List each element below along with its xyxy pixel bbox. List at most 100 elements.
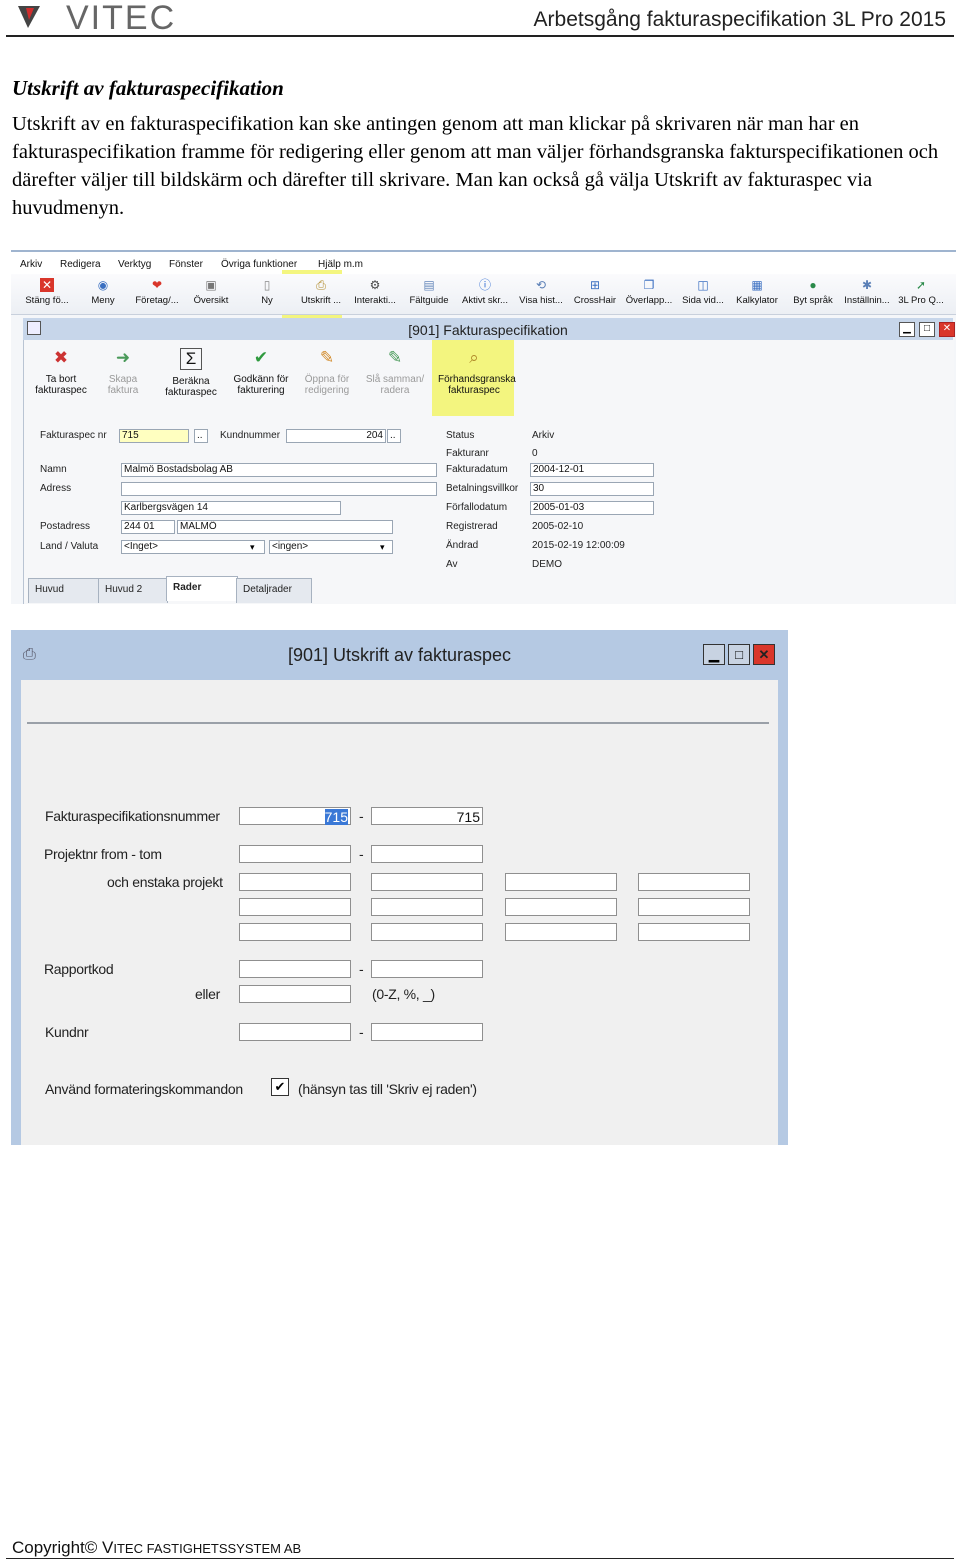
sigma-icon: Σ: [180, 348, 202, 370]
menu-hjalp[interactable]: Hjälp m.m: [318, 259, 363, 270]
maximize-button[interactable]: □: [919, 322, 935, 337]
projektnr-from-field[interactable]: [239, 845, 351, 863]
toolbar-meny-button[interactable]: ◉ Meny: [75, 276, 131, 312]
ribbon-ta-bort-button[interactable]: ✖ Ta bort fakturaspec: [28, 342, 94, 414]
kundnummer-field[interactable]: 204: [286, 429, 386, 443]
av-label: Av: [446, 559, 458, 570]
projektnr-to-field[interactable]: [371, 845, 483, 863]
rapportkod-pattern-field[interactable]: [239, 985, 351, 1003]
fakturadatum-field[interactable]: 2004-12-01: [530, 463, 654, 477]
history-icon: ⟲: [535, 278, 547, 292]
toolbar-installningar-button[interactable]: ✱ Inställnin...: [839, 276, 895, 312]
status-value: Arkiv: [532, 430, 555, 441]
rapportkod-to-field[interactable]: [371, 960, 483, 978]
heart-icon: ❤: [151, 278, 163, 292]
projekt-field-12[interactable]: [638, 923, 750, 941]
fakturaspec-nr-label: Fakturaspec nr: [40, 430, 107, 441]
menu-verktyg[interactable]: Verktyg: [118, 259, 151, 270]
tab-rader[interactable]: Rader: [166, 576, 238, 601]
ribbon-godkann-button[interactable]: ✔ Godkänn för fakturering: [228, 342, 294, 414]
adress-field-2[interactable]: Karlbergsvägen 14: [121, 501, 341, 515]
projekt-field-6[interactable]: [371, 898, 483, 916]
projekt-field-11[interactable]: [505, 923, 617, 941]
tab-huvud-2[interactable]: Huvud 2: [98, 578, 168, 603]
toolbar-label: Fältguide: [409, 295, 449, 306]
toolbar-crosshair-button[interactable]: ⊞ CrossHair: [567, 276, 623, 312]
toolbar-interaktiv-button[interactable]: ⚙ Interakti...: [347, 276, 403, 312]
range-dash: -: [359, 808, 364, 824]
projekt-field-2[interactable]: [371, 873, 483, 891]
rapportkod-label: Rapportkod: [44, 961, 114, 977]
pattern-hint: (0-Z, %, _): [372, 986, 435, 1002]
menu-redigera[interactable]: Redigera: [60, 259, 101, 270]
crosshair-icon: ⊞: [589, 278, 601, 292]
forfallodatum-field[interactable]: 2005-01-03: [530, 501, 654, 515]
projekt-field-9[interactable]: [239, 923, 351, 941]
registrerad-label: Registrerad: [446, 521, 498, 532]
toolbar-foretag-button[interactable]: ❤ Företag/...: [129, 276, 185, 312]
info-icon: ⓘ: [478, 278, 491, 292]
create-invoice-icon: ➜: [115, 348, 131, 367]
minimize-button[interactable]: ▁: [899, 322, 915, 337]
toolbar-kalkylator-button[interactable]: ▦ Kalkylator: [729, 276, 785, 312]
postnr-field[interactable]: 244 01: [121, 520, 175, 534]
toolbar-faltguide-button[interactable]: ▤ Fältguide: [401, 276, 457, 312]
valuta-dropdown[interactable]: <ingen>: [269, 540, 393, 554]
adress-field-1[interactable]: [121, 482, 437, 496]
close-red-icon: ✕: [40, 278, 54, 292]
kundnummer-lookup-button[interactable]: ..: [387, 429, 401, 443]
fakturaspecnr-from-field[interactable]: 715: [239, 807, 351, 825]
minimize-button[interactable]: ▁: [703, 644, 725, 665]
tile-icon: ◫: [697, 278, 709, 292]
menu-fonster[interactable]: Fönster: [169, 259, 203, 270]
toolbar-byt-sprak-button[interactable]: ● Byt språk: [785, 276, 841, 312]
kundnr-to-field[interactable]: [371, 1023, 483, 1041]
toolbar-sida-vid-button[interactable]: ◫ Sida vid...: [675, 276, 731, 312]
projekt-field-3[interactable]: [505, 873, 617, 891]
close-button[interactable]: ✕: [939, 322, 955, 337]
ribbon-forhandsgranska-button[interactable]: ⌕ Förhandsgranska fakturaspec: [438, 342, 516, 414]
tab-detaljrader[interactable]: Detaljrader: [236, 578, 312, 603]
land-dropdown[interactable]: <Inget>: [121, 540, 265, 554]
vitec-logo: VITEC: [14, 0, 214, 37]
projekt-field-5[interactable]: [239, 898, 351, 916]
ribbon-oppna-button[interactable]: ✎ Öppna för redigering: [294, 342, 360, 414]
toolbar-oversikt-button[interactable]: ▣ Översikt: [183, 276, 239, 312]
new-document-icon: ▯: [263, 278, 271, 292]
toolbar-utskrift-button[interactable]: ⎙ Utskrift ...: [293, 276, 349, 312]
toolbar-visa-hist-button[interactable]: ⟲ Visa hist...: [513, 276, 569, 312]
fakturaspec-lookup-button[interactable]: ..: [194, 429, 208, 443]
kundnr-from-field[interactable]: [239, 1023, 351, 1041]
forfallodatum-label: Förfallodatum: [446, 502, 508, 513]
ribbon-berakna-button[interactable]: Σ Beräkna fakturaspec: [158, 342, 224, 414]
close-button[interactable]: ✕: [753, 644, 775, 665]
toolbar-overlapp-button[interactable]: ❐ Överlapp...: [621, 276, 677, 312]
ribbon-sla-samman-button[interactable]: ✎ Slå samman/radera: [362, 342, 428, 414]
projekt-field-4[interactable]: [638, 873, 750, 891]
ribbon-skapa-faktura-button[interactable]: ➜ Skapa faktura: [90, 342, 156, 414]
projekt-field-1[interactable]: [239, 873, 351, 891]
projekt-field-7[interactable]: [505, 898, 617, 916]
fakturaspecnr-to-field[interactable]: 715: [371, 807, 483, 825]
tab-huvud[interactable]: Huvud: [28, 578, 100, 603]
formatering-checkbox[interactable]: ✔: [271, 1078, 289, 1096]
projekt-field-10[interactable]: [371, 923, 483, 941]
toolbar-ny-button[interactable]: ▯ Ny: [239, 276, 295, 312]
fakturaspec-nr-field[interactable]: 715: [119, 429, 189, 443]
land-valuta-label: Land / Valuta: [40, 541, 99, 552]
namn-field[interactable]: Malmö Bostadsbolag AB: [121, 463, 437, 477]
range-dash: -: [359, 961, 364, 977]
betalningsvillkor-field[interactable]: 30: [530, 482, 654, 496]
toolbar-3lpro-q-button[interactable]: ➚ 3L Pro Q...: [893, 276, 949, 312]
projekt-field-8[interactable]: [638, 898, 750, 916]
ort-field[interactable]: MALMÖ: [177, 520, 393, 534]
maximize-button[interactable]: □: [728, 644, 750, 665]
edit-pencil-icon: ✎: [319, 348, 335, 367]
footer-copyright: Copyright© VITEC FASTIGHETSSYSTEM AB: [12, 1538, 301, 1558]
menu-arkiv[interactable]: Arkiv: [20, 259, 42, 270]
menu-ovriga-funktioner[interactable]: Övriga funktioner: [221, 259, 297, 270]
rapportkod-from-field[interactable]: [239, 960, 351, 978]
toolbar-stang-button[interactable]: ✕ Stäng fö...: [19, 276, 75, 312]
toolbar-aktivt-skr-button[interactable]: ⓘ Aktivt skr...: [457, 276, 513, 312]
enstaka-projekt-label: och enstaka projekt: [107, 874, 223, 890]
